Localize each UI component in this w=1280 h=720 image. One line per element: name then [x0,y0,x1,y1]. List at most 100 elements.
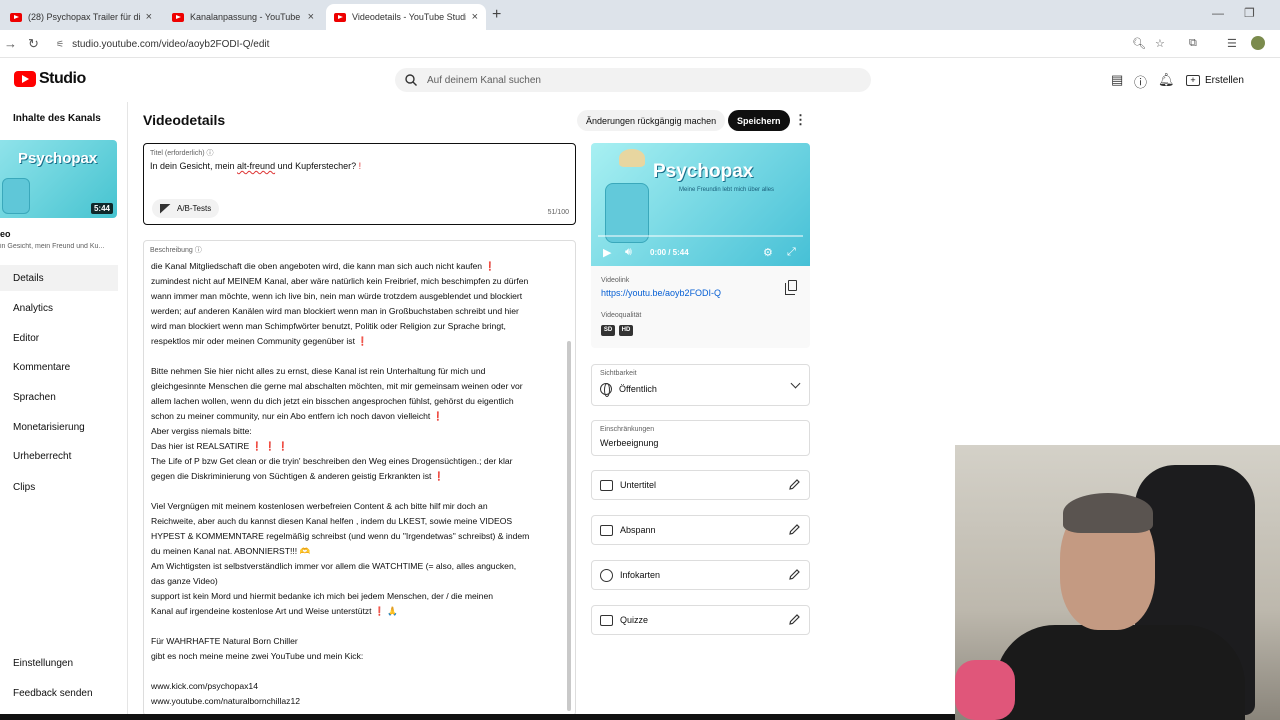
left-sidebar: Inhalte des Kanals Psychopax 5:44 eo in … [0,102,128,720]
subtitles-row[interactable]: Untertitel [591,470,810,500]
reading-list-icon[interactable]: ☰ [1227,37,1237,50]
browser-tab[interactable]: (28) Psychopax Trailer für die U × [2,4,160,30]
info-cards-label: Infokarten [620,570,661,580]
quizzes-label: Quizze [620,615,649,625]
close-tab-icon[interactable]: × [308,11,314,23]
forward-icon[interactable]: → [4,36,17,51]
description-textarea[interactable]: die Kanal Mitgliedschaft die oben angebo… [151,259,561,709]
maximize-icon[interactable]: ❐ [1244,6,1255,20]
edit-pencil-icon[interactable] [789,479,800,490]
ab-test-label: A/B-Tests [177,204,212,213]
sidebar-item-label: Urheberrecht [13,450,72,462]
suitcase-image [605,183,649,243]
player-tagline: Meine Freundin lebt mich über alles [679,187,775,193]
browser-tab-bar: (28) Psychopax Trailer für die U × Kanal… [0,0,1280,30]
sidebar-item-editor[interactable]: Editor [0,325,118,351]
description-label-text: Beschreibung [150,247,193,254]
ab-test-button[interactable]: A/B-Tests [152,199,220,218]
visibility-dropdown[interactable]: Sichtbarkeit Öffentlich [591,364,810,406]
zoom-icon[interactable]: 🔍︎ [1132,37,1146,50]
end-screen-label: Abspann [620,525,656,535]
studio-header: Studio Auf deinem Kanal suchen ▤ ⓘ 🔔︎ + … [0,58,1280,102]
address-bar: → ↻ ⚟ studio.youtube.com/video/aoyb2FODI… [0,30,1280,58]
help-circle-icon[interactable]: ⓘ [195,247,202,254]
create-label: Erstellen [1205,74,1244,86]
sidebar-item-label: Kommentare [13,361,71,373]
edit-pencil-icon[interactable] [789,524,800,535]
save-button[interactable]: Speichern [728,110,790,131]
end-screen-row[interactable]: Abspann [591,515,810,545]
close-tab-icon[interactable]: × [472,11,478,23]
video-link[interactable]: https://youtu.be/aoyb2FODI-Q [601,288,721,298]
browser-profile-avatar[interactable] [1251,36,1265,50]
url-field[interactable]: ⚟ studio.youtube.com/video/aoyb2FODI-Q/e… [56,34,1136,54]
messages-icon[interactable]: ▤ [1111,72,1123,88]
copy-icon[interactable] [785,280,797,295]
bookmark-star-icon[interactable]: ☆ [1155,37,1165,50]
youtube-logo-icon [14,71,36,87]
title-input-value[interactable]: In dein Gesicht, mein alt-freund und Kup… [150,161,361,171]
description-scrollbar[interactable] [567,341,571,711]
sidebar-item-settings[interactable]: Einstellungen [0,650,118,676]
sidebar-item-copyright[interactable]: Urheberrecht [0,443,118,469]
suitcase-image [2,178,30,214]
subtitles-icon [600,479,613,491]
sd-badge: SD [601,325,615,336]
undo-changes-button[interactable]: Änderungen rückgängig machen [577,110,726,131]
browser-tab-active[interactable]: Videodetails - YouTube Studio × [326,4,486,30]
sidebar-item-comments[interactable]: Kommentare [0,354,118,380]
browser-tab[interactable]: Kanalanpassung - YouTube Stu × [164,4,322,30]
ab-test-icon [160,203,171,214]
webcam-person-body [995,625,1245,720]
sidebar-item-label: Feedback senden [13,687,93,699]
title-field[interactable]: Titel (erforderlich) ⓘ In dein Gesicht, … [143,143,576,225]
info-cards-row[interactable]: Infokarten [591,560,810,590]
fullscreen-icon[interactable]: ⤢ [787,246,796,259]
exclamation-emoji: ! [358,161,362,171]
youtube-favicon-icon [172,12,184,22]
play-icon[interactable]: ▶ [603,246,611,259]
sidebar-item-languages[interactable]: Sprachen [0,384,118,410]
hat-image [619,149,645,167]
more-options-icon[interactable]: ⋮ [794,112,807,128]
restrictions-field[interactable]: Einschränkungen Werbeeignung [591,420,810,456]
help-circle-icon[interactable]: ⓘ [207,150,214,157]
sidebar-item-clips[interactable]: Clips [0,474,118,500]
reload-icon[interactable]: ↻ [28,36,39,52]
youtube-favicon-icon [10,12,22,22]
sidebar-back-to-content[interactable]: Inhalte des Kanals [13,113,101,124]
webcam-overlay [955,445,1280,720]
studio-logo[interactable]: Studio [14,70,86,88]
sidebar-item-details[interactable]: Details [0,265,118,291]
sidebar-item-monetization[interactable]: Monetarisierung [0,414,118,440]
channel-search-input[interactable]: Auf deinem Kanal suchen [395,68,871,92]
sidebar-item-analytics[interactable]: Analytics [0,295,118,321]
quizzes-row[interactable]: Quizze [591,605,810,635]
player-brand: Psychopax [653,161,754,182]
player-progress-bar[interactable] [598,235,803,237]
youtube-favicon-icon [334,12,346,22]
extensions-icon[interactable]: ⧉ [1189,37,1197,50]
create-plus-icon: + [1186,74,1200,86]
sidebar-item-feedback[interactable]: Feedback senden [0,680,118,706]
video-player[interactable]: Psychopax Meine Freundin lebt mich über … [591,143,810,266]
minimize-icon[interactable]: — [1212,6,1224,20]
webcam-person-hair [1063,493,1153,533]
chevron-down-icon [790,378,801,389]
title-misspelled-word: alt-freund [237,161,276,171]
settings-gear-icon[interactable]: ⚙ [763,246,773,259]
close-tab-icon[interactable]: × [146,11,152,23]
notifications-bell-icon[interactable]: 🔔︎ [1158,72,1175,88]
edit-pencil-icon[interactable] [789,569,800,580]
volume-icon[interactable]: 🔊︎ [625,246,632,259]
edit-pencil-icon[interactable] [789,614,800,625]
player-time: 0:00 / 5:44 [650,248,689,257]
video-thumbnail[interactable]: Psychopax 5:44 [0,140,117,218]
info-icon [600,568,613,582]
create-button[interactable]: + Erstellen [1186,70,1244,90]
help-icon[interactable]: ⓘ [1134,72,1147,91]
description-field[interactable]: Beschreibung ⓘ die Kanal Mitgliedschaft … [143,240,576,716]
site-info-icon[interactable]: ⚟ [56,39,64,50]
new-tab-button[interactable]: + [492,6,501,24]
tab-title: Videodetails - YouTube Studio [352,12,466,22]
